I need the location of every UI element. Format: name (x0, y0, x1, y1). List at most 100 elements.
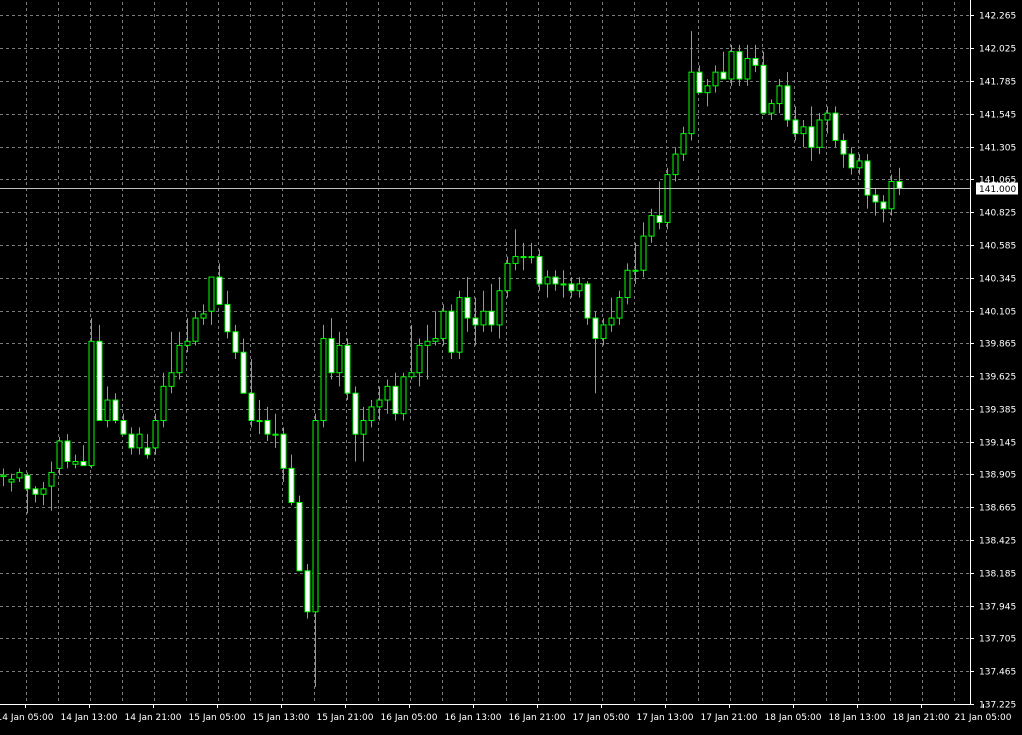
candle-body-bear (864, 160, 871, 196)
candle (728, 44, 735, 86)
candle (456, 290, 463, 360)
y-tick-label: 137.465 (979, 668, 1016, 678)
candle-body-bear (352, 392, 359, 435)
candle (120, 413, 127, 435)
candle (872, 188, 879, 216)
candle (80, 445, 87, 467)
candle-body-bear (840, 139, 847, 155)
candle-body-bear (248, 392, 255, 422)
candle-body-bull (504, 262, 511, 292)
candle (640, 222, 647, 278)
y-tick-label: 141.545 (979, 111, 1016, 121)
candle (664, 167, 671, 230)
candle (584, 281, 591, 325)
candle-body-bull (192, 317, 199, 342)
candle-body-bear (472, 317, 479, 326)
candle (832, 106, 839, 148)
current-price-label: 141.000 (979, 185, 1016, 195)
candle-body-bear (344, 344, 351, 394)
candle-body-bull (680, 133, 687, 155)
candle (680, 126, 687, 161)
candle-body-bull (528, 256, 535, 259)
candle (696, 65, 703, 94)
candle-body-bull (704, 85, 711, 94)
candle (856, 154, 863, 175)
candle (808, 106, 815, 161)
candle-body-bull (744, 57, 751, 80)
candle (192, 311, 199, 346)
y-tick-label: 138.905 (979, 471, 1016, 481)
candle (488, 283, 495, 332)
candle (568, 277, 575, 298)
candle (128, 427, 135, 455)
candle-body-bull (440, 310, 447, 340)
candle-body-bull (136, 433, 143, 449)
candle-body-bear (592, 317, 599, 340)
candle (576, 277, 583, 298)
candle (0, 468, 7, 487)
candle-body-bull (432, 338, 439, 342)
candle-body-bull (480, 310, 487, 326)
candle-body-bear (328, 338, 335, 374)
y-tick-label: 142.265 (979, 12, 1016, 22)
candle (40, 482, 47, 506)
candle (704, 78, 711, 107)
candle (32, 486, 39, 503)
candle-body-bull (600, 324, 607, 340)
candle-body-bull (208, 276, 215, 312)
y-tick-label: 138.665 (979, 504, 1016, 514)
candle (344, 338, 351, 401)
candle-body-bear (568, 283, 575, 292)
candle (216, 263, 223, 305)
candle-body-bear (832, 112, 839, 141)
candle-body-bull (544, 276, 551, 285)
candle (56, 436, 63, 476)
candle-body-bear (808, 126, 815, 148)
candle (144, 434, 151, 459)
candle (608, 297, 615, 332)
candle (248, 359, 255, 428)
candle-body-bear (64, 440, 71, 463)
candle-body-bull (424, 340, 431, 346)
grid (0, 2, 970, 705)
candle-body-bear (784, 85, 791, 121)
candle-body-bull (632, 269, 639, 272)
x-tick-label: 17 Jan 05:00 (573, 713, 630, 723)
candle (688, 31, 695, 141)
candle (648, 208, 655, 243)
candle (736, 44, 743, 86)
y-tick-label: 140.825 (979, 209, 1016, 219)
x-tick-label: 17 Jan 13:00 (637, 713, 694, 723)
x-tick-label: 14 Jan 05:00 (0, 713, 54, 723)
y-tick-label: 139.385 (979, 406, 1016, 416)
candle (96, 324, 103, 422)
candle-body-bull (800, 126, 807, 135)
candle-body-bull (200, 313, 207, 319)
candle (264, 406, 271, 442)
candle-body-bear (232, 331, 239, 353)
candle (800, 119, 807, 148)
candle-body-bear (720, 71, 727, 80)
candle-body-bear (880, 201, 887, 210)
y-tick-label: 140.585 (979, 242, 1016, 252)
candle (328, 318, 335, 380)
candle-body-bear (536, 256, 543, 285)
candle-body-bear (120, 420, 127, 435)
candle-body-bear (264, 420, 271, 435)
y-tick-label: 137.945 (979, 603, 1016, 613)
x-tick-label: 21 Jan 05:00 (955, 713, 1012, 723)
candle (792, 106, 799, 141)
x-tick-label: 16 Jan 13:00 (445, 713, 502, 723)
candle (512, 229, 519, 271)
candle (184, 318, 191, 353)
candle (744, 44, 751, 86)
candle-body-bear (144, 447, 151, 456)
candle (72, 454, 79, 469)
candle-body-bull (816, 119, 823, 148)
candle (632, 242, 639, 284)
candle (160, 372, 167, 428)
candlestick-chart: 142.265 142.025 141.785 141.545 141.305 141.0… (0, 0, 1022, 731)
candle-body-bear (32, 488, 39, 495)
candle (400, 372, 407, 421)
candle-body-bull (520, 256, 527, 259)
